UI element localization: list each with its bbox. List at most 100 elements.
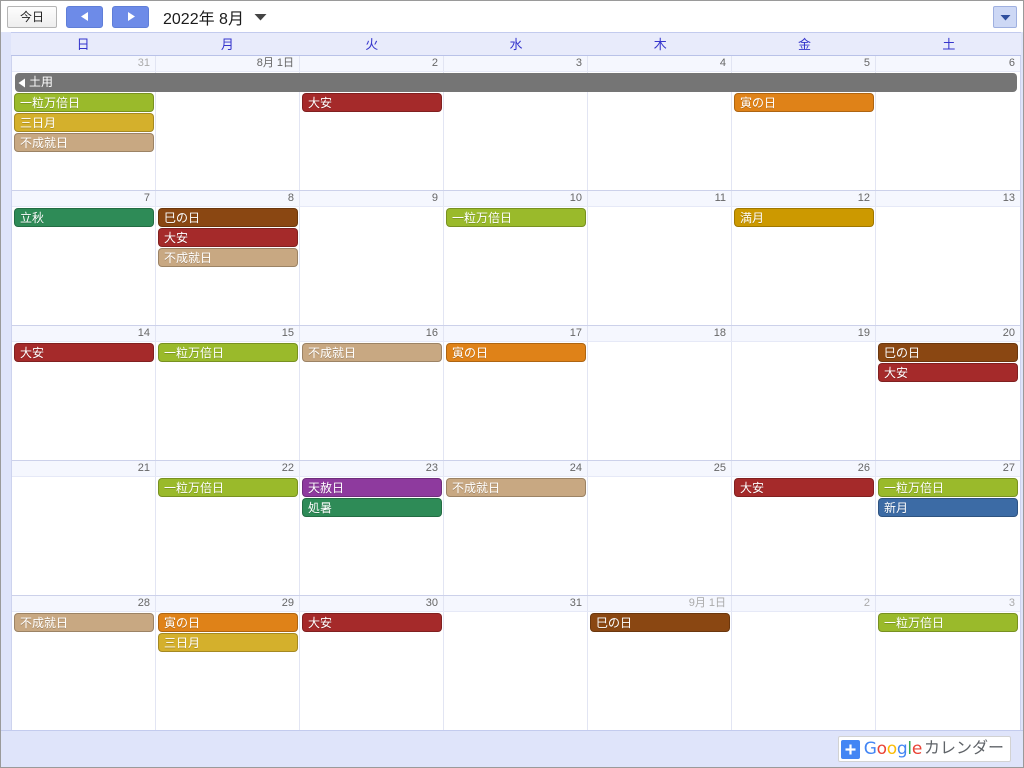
day-number[interactable]: 13 [876,191,1020,206]
event-chip[interactable]: 一粒万倍日 [446,208,586,227]
day-events: 寅の日 [444,342,588,362]
event-chip[interactable]: 処暑 [302,498,442,517]
day-number[interactable]: 22 [156,461,300,476]
view-options-button[interactable] [993,6,1017,28]
day-number-row: 28 29 30 31 9月 1日 2 3 [12,596,1020,612]
day-number[interactable]: 3 [444,56,588,71]
event-chip[interactable]: 不成就日 [446,478,586,497]
day-number[interactable]: 25 [588,461,732,476]
google-calendar-badge[interactable]: Google カレンダー [837,736,1011,762]
prev-month-button[interactable] [66,5,103,28]
day-events: 巳の日 大安 [876,342,1020,382]
google-logo-letter: e [911,739,922,759]
toolbar: 今日 2022年 8月 [1,1,1023,32]
day-number[interactable]: 31 [444,596,588,611]
day-number[interactable]: 24 [444,461,588,476]
day-number[interactable]: 29 [156,596,300,611]
day-number[interactable]: 11 [588,191,732,206]
event-chip[interactable]: 一粒万倍日 [878,478,1018,497]
day-number[interactable]: 18 [588,326,732,341]
event-chip[interactable]: 大安 [158,228,298,247]
day-cell[interactable] [444,612,588,730]
day-events: 天赦日 処暑 [300,477,444,517]
multi-day-event-banner[interactable]: 土用 [15,73,1017,92]
day-number[interactable]: 21 [12,461,156,476]
day-events [588,477,732,478]
event-chip[interactable]: 満月 [734,208,874,227]
day-cell[interactable] [12,477,156,595]
day-number[interactable]: 17 [444,326,588,341]
event-chip[interactable]: 寅の日 [158,613,298,632]
day-events: 寅の日 三日月 [156,612,300,652]
day-events [732,342,876,343]
day-number[interactable]: 8月 1日 [156,56,300,71]
event-chip[interactable]: 不成就日 [158,248,298,267]
event-chip[interactable]: 大安 [302,93,442,112]
event-chip[interactable]: 立秋 [14,208,154,227]
today-button[interactable]: 今日 [7,5,57,28]
day-number[interactable]: 9月 1日 [588,596,732,611]
day-cell[interactable] [732,612,876,730]
day-number[interactable]: 23 [300,461,444,476]
day-number[interactable]: 2 [732,596,876,611]
event-chip[interactable]: 三日月 [158,633,298,652]
day-number-row: 31 8月 1日 2 3 4 5 6 [12,56,1020,72]
event-chip[interactable]: 大安 [878,363,1018,382]
event-chip[interactable]: 一粒万倍日 [878,613,1018,632]
week-body: 不成就日 寅の日 三日月 大安 巳の日 一粒万倍日 [12,612,1020,730]
day-cell[interactable] [588,207,732,325]
event-chip[interactable]: 天赦日 [302,478,442,497]
day-number[interactable]: 20 [876,326,1020,341]
weekday-header-0: 日 [76,36,90,52]
event-chip[interactable]: 大安 [14,343,154,362]
day-number[interactable]: 28 [12,596,156,611]
day-number[interactable]: 8 [156,191,300,206]
triangle-left-icon [18,78,26,88]
day-number[interactable]: 12 [732,191,876,206]
event-chip[interactable]: 大安 [302,613,442,632]
day-number[interactable]: 3 [876,596,1020,611]
day-cell[interactable] [732,342,876,460]
event-chip[interactable]: 一粒万倍日 [158,478,298,497]
day-cell[interactable] [876,207,1020,325]
day-cell[interactable] [588,342,732,460]
day-number[interactable]: 4 [588,56,732,71]
day-number[interactable]: 31 [12,56,156,71]
event-chip[interactable]: 巳の日 [878,343,1018,362]
event-chip[interactable]: 大安 [734,478,874,497]
day-events [12,477,156,478]
week-body: 一粒万倍日 天赦日 処暑 不成就日 大安 一粒万倍日 新月 [12,477,1020,595]
day-number[interactable]: 6 [876,56,1020,71]
event-chip[interactable]: 不成就日 [302,343,442,362]
title-dropdown-button[interactable] [254,8,267,26]
day-number[interactable]: 16 [300,326,444,341]
next-month-button[interactable] [112,5,149,28]
plus-icon [840,739,860,759]
event-chip[interactable]: 不成就日 [14,613,154,632]
day-number[interactable]: 19 [732,326,876,341]
event-chip[interactable]: 一粒万倍日 [158,343,298,362]
day-number[interactable]: 14 [12,326,156,341]
weekday-header-3: 水 [509,36,523,52]
day-number[interactable]: 26 [732,461,876,476]
day-number[interactable]: 10 [444,191,588,206]
day-number[interactable]: 15 [156,326,300,341]
event-chip[interactable]: 巳の日 [158,208,298,227]
event-chip[interactable]: 不成就日 [14,133,154,152]
event-chip[interactable]: 一粒万倍日 [14,93,154,112]
event-chip[interactable]: 三日月 [14,113,154,132]
day-events [588,207,732,208]
event-chip[interactable]: 新月 [878,498,1018,517]
day-number[interactable]: 9 [300,191,444,206]
day-cell[interactable] [300,207,444,325]
day-cell[interactable] [588,477,732,595]
event-chip[interactable]: 寅の日 [734,93,874,112]
event-chip[interactable]: 巳の日 [590,613,730,632]
day-number[interactable]: 2 [300,56,444,71]
weekday-header-4: 木 [653,36,667,52]
event-chip[interactable]: 寅の日 [446,343,586,362]
day-number[interactable]: 5 [732,56,876,71]
day-number[interactable]: 30 [300,596,444,611]
day-number[interactable]: 7 [12,191,156,206]
day-number[interactable]: 27 [876,461,1020,476]
